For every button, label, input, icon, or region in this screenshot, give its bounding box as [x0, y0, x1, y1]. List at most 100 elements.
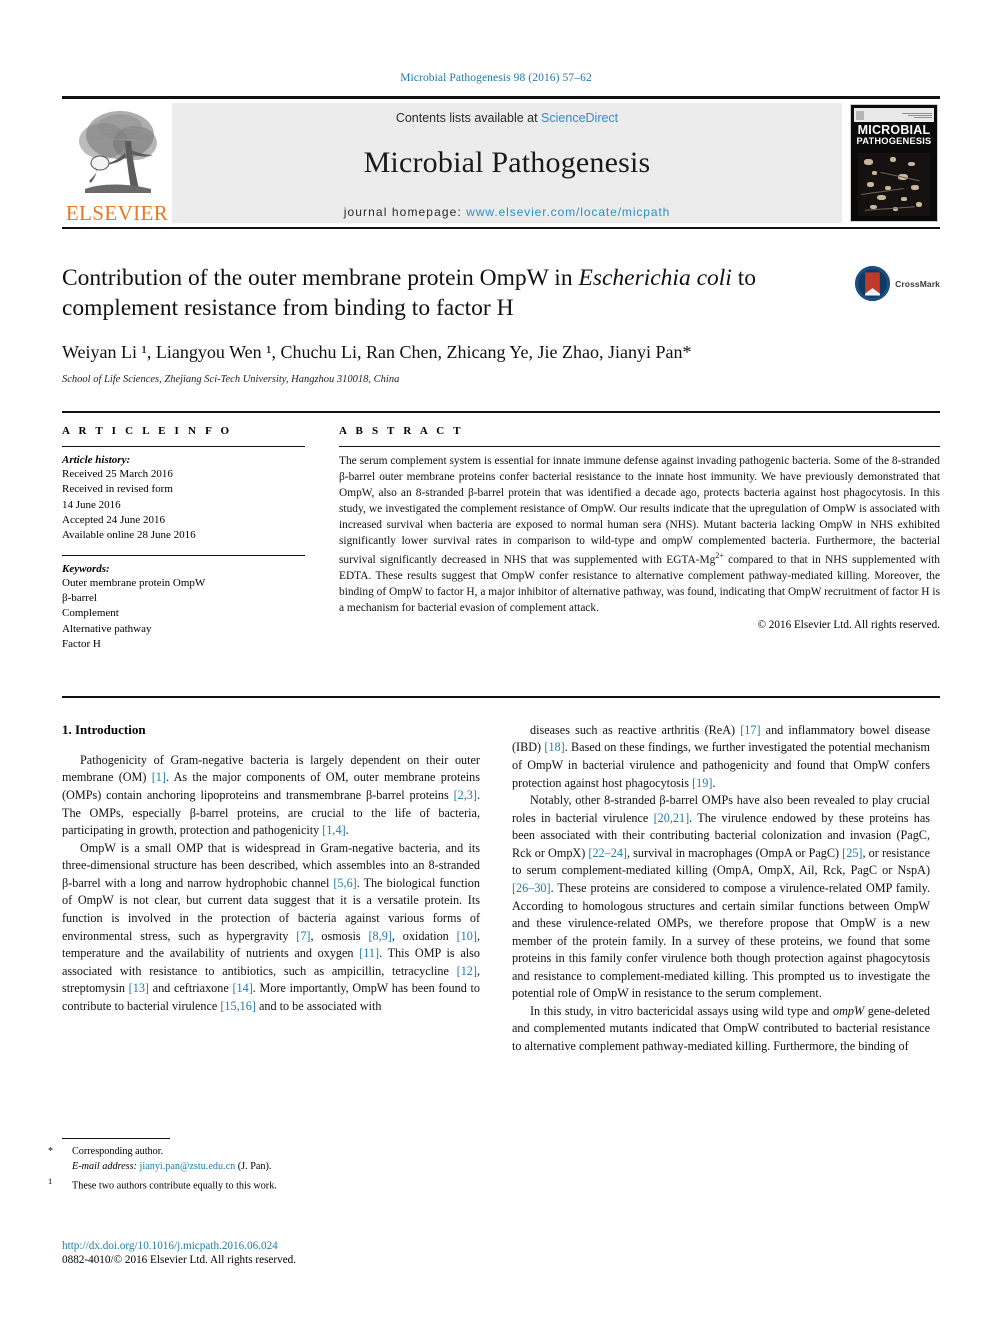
elsevier-wordmark: ELSEVIER — [65, 201, 169, 225]
doi-link[interactable]: http://dx.doi.org/10.1016/j.micpath.2016… — [62, 1240, 296, 1252]
citation-link[interactable]: [13] — [129, 981, 149, 995]
section-title-introduction: 1. Introduction — [62, 721, 146, 737]
history-revised: Received in revised form — [62, 483, 173, 496]
running-head: Microbial Pathogenesis 98 (2016) 57–62 — [400, 72, 592, 84]
keyword-item: Alternative pathway — [62, 622, 152, 635]
journal-homepage-line: journal homepage: www.elsevier.com/locat… — [344, 205, 671, 219]
cover-micrograph-image — [858, 153, 930, 216]
affiliation: School of Life Sciences, Zhejiang Sci-Te… — [62, 374, 400, 386]
history-available-online: Available online 28 June 2016 — [62, 528, 196, 541]
article-info-heading: A R T I C L E I N F O — [62, 425, 233, 438]
abstract-superscript: 2+ — [715, 550, 724, 560]
body-column-right: diseases such as reactive arthritis (ReA… — [512, 722, 930, 1056]
citation-link[interactable]: [1,4] — [322, 823, 345, 837]
body-text: diseases such as reactive arthritis (ReA… — [530, 722, 741, 737]
cover-title-line2: PATHOGENESIS — [856, 135, 932, 146]
masthead-center: Contents lists available at ScienceDirec… — [172, 103, 842, 223]
citation-link[interactable]: [22–24] — [588, 846, 627, 860]
body-paragraph: diseases such as reactive arthritis (ReA… — [512, 722, 930, 792]
citation-link[interactable]: [17] — [740, 723, 760, 737]
history-accepted: Accepted 24 June 2016 — [62, 513, 165, 526]
body-column-left: 1. Introduction Pathogenicity of Gram-ne… — [62, 722, 480, 1056]
title-block: Contribution of the outer membrane prote… — [62, 263, 940, 385]
title-part-1: Contribution of the outer membrane prote… — [62, 265, 579, 291]
keyword-item: β-barrel — [62, 592, 97, 605]
footnote-equal-text: These two authors contribute equally to … — [72, 1179, 277, 1191]
abstract-heading: A B S T R A C T — [339, 425, 464, 438]
journal-masthead: ELSEVIER Contents lists available at Sci… — [62, 96, 940, 229]
cover-image: MICROBIAL PATHOGENESIS — [850, 104, 938, 222]
journal-title: Microbial Pathogenesis — [363, 146, 651, 179]
journal-homepage-link[interactable]: www.elsevier.com/locate/micpath — [466, 205, 670, 219]
citation-link[interactable]: [8,9] — [369, 929, 392, 943]
cover-header-lines-icon — [902, 112, 932, 118]
intro-left-paragraphs: Pathogenicity of Gram-negative bacteria … — [62, 752, 480, 1015]
abstract-part-1: The serum complement system is essential… — [339, 455, 940, 566]
keyword-item: Factor H — [62, 637, 101, 650]
citation-link[interactable]: [7] — [296, 929, 310, 943]
citation-link[interactable]: [19] — [692, 776, 712, 790]
footnote-equal-contribution: 1 These two authors contribute equally to… — [48, 1175, 480, 1194]
citation-link[interactable]: [15,16] — [220, 999, 256, 1013]
journal-cover-thumbnail: MICROBIAL PATHOGENESIS — [848, 103, 940, 223]
footnote-marker-one: 1 — [48, 1175, 53, 1186]
cover-header-bar — [854, 108, 934, 122]
body-paragraph: In this study, in vitro bactericidal ass… — [512, 1003, 930, 1056]
body-paragraph: Notably, other 8-stranded β-barrel OMPs … — [512, 792, 930, 1003]
history-received: Received 25 March 2016 — [62, 468, 173, 481]
citation-link[interactable]: [26–30] — [512, 881, 551, 895]
email-suffix: (J. Pan). — [237, 1160, 272, 1172]
citation-link[interactable]: [11] — [359, 946, 379, 960]
crossmark-badge[interactable]: CrossMark — [854, 265, 940, 302]
citation-link[interactable]: [25] — [842, 846, 862, 860]
cover-title: MICROBIAL PATHOGENESIS — [851, 124, 937, 146]
footnote-divider — [62, 1138, 170, 1139]
body-text: , oxidation — [391, 928, 457, 943]
body-text: and to be associated with — [255, 998, 382, 1013]
body-text: and ceftriaxone — [148, 981, 233, 996]
contents-prefix: Contents lists available at — [395, 111, 542, 125]
contents-lists-line: Contents lists available at ScienceDirec… — [396, 111, 618, 125]
page-title: Contribution of the outer membrane prote… — [62, 263, 940, 323]
issn-copyright-line: 0882-4010/© 2016 Elsevier Ltd. All right… — [62, 1254, 297, 1266]
citation-link[interactable]: [5,6] — [333, 876, 356, 890]
body-paragraph: OmpW is a small OMP that is widespread i… — [62, 840, 480, 1016]
keyword-item: Outer membrane protein OmpW — [62, 577, 206, 590]
email-link[interactable]: jianyi.pan@zstu.edu.cn — [140, 1161, 236, 1172]
body-text: . Based on these findings, we further in… — [512, 740, 930, 790]
citation-link[interactable]: [1] — [152, 770, 166, 784]
cover-title-line1: MICROBIAL — [857, 123, 931, 137]
body-text: . These proteins are considered to compo… — [512, 880, 930, 1001]
keyword-item: Complement — [62, 607, 119, 620]
info-abstract-section: A R T I C L E I N F O Article history: R… — [62, 411, 940, 652]
elsevier-logo: ELSEVIER — [62, 99, 172, 227]
citation-link[interactable]: [14] — [232, 981, 252, 995]
citation-link[interactable]: [10] — [457, 929, 477, 943]
intro-right-paragraphs: diseases such as reactive arthritis (ReA… — [512, 722, 930, 1056]
article-info-column: A R T I C L E I N F O Article history: R… — [62, 425, 305, 652]
history-revised-date: 14 June 2016 — [62, 498, 121, 511]
abstract-column: A B S T R A C T The serum complement sys… — [339, 425, 940, 652]
citation-link[interactable]: [20,21] — [654, 811, 690, 825]
body-text: In this study, in vitro bactericidal ass… — [530, 1003, 833, 1018]
sciencedirect-link[interactable]: ScienceDirect — [541, 111, 618, 125]
cover-publisher-mark-icon — [856, 110, 864, 120]
body-text: . — [712, 775, 716, 790]
article-body: 1. Introduction Pathogenicity of Gram-ne… — [62, 695, 940, 1056]
body-paragraph: Pathogenicity of Gram-negative bacteria … — [62, 752, 480, 840]
keywords-label: Keywords: — [62, 563, 110, 576]
citation-link[interactable]: [12] — [457, 964, 477, 978]
footnote-email: E-mail address: jianyi.pan@zstu.edu.cn (… — [62, 1160, 480, 1175]
crossmark-label: CrossMark — [895, 278, 940, 289]
citation-link[interactable]: [2,3] — [454, 788, 477, 802]
citation-link[interactable]: [18] — [544, 740, 564, 754]
article-history-label: Article history: — [62, 454, 131, 467]
title-species-italic: Escherichia coli — [578, 265, 732, 291]
article-first-page: Microbial Pathogenesis 98 (2016) 57–62 E… — [0, 0, 992, 1323]
homepage-prefix: journal homepage: — [343, 205, 467, 219]
footnote-corresponding-text: Corresponding author. — [72, 1146, 164, 1157]
abstract-text: The serum complement system is essential… — [339, 454, 940, 616]
abstract-copyright: © 2016 Elsevier Ltd. All rights reserved… — [757, 618, 941, 631]
elsevier-tree-icon — [65, 105, 169, 203]
